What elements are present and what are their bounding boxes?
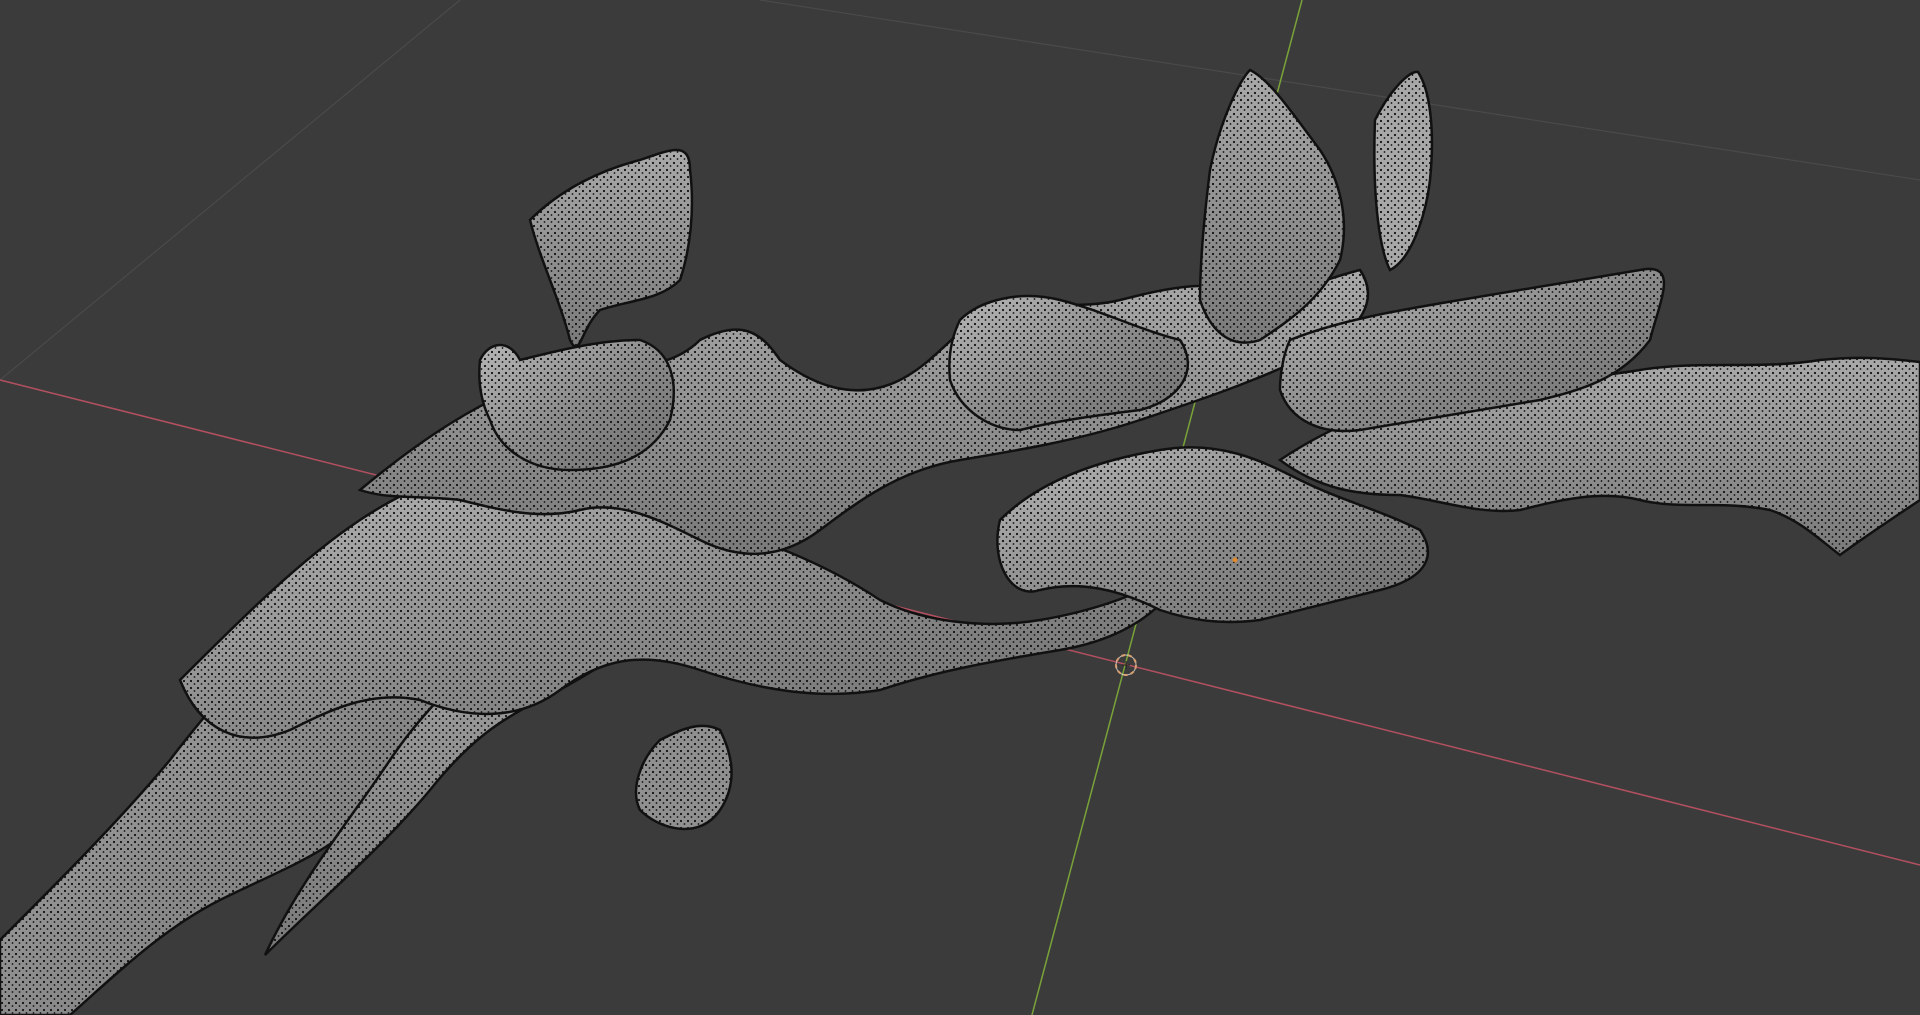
3d-cursor-icon[interactable] [1115, 654, 1137, 676]
object-origin-icon [1232, 557, 1238, 563]
viewport-canvas[interactable] [0, 0, 1920, 1015]
3d-viewport[interactable] [0, 0, 1920, 1015]
mesh-object[interactable] [0, 68, 1920, 1015]
